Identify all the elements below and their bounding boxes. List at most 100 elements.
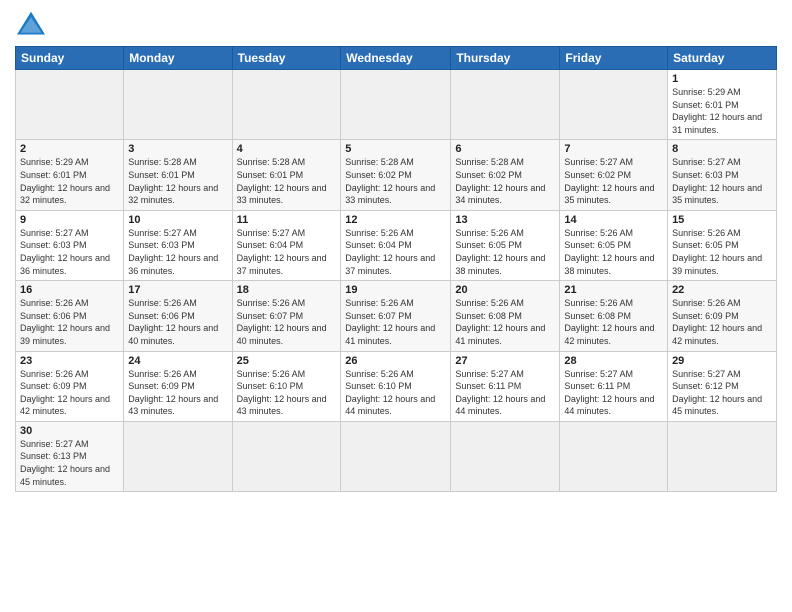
day-cell: 5Sunrise: 5:28 AM Sunset: 6:02 PM Daylig… bbox=[341, 140, 451, 210]
day-number: 24 bbox=[128, 355, 227, 367]
day-cell bbox=[560, 421, 668, 491]
day-cell: 19Sunrise: 5:26 AM Sunset: 6:07 PM Dayli… bbox=[341, 281, 451, 351]
day-number: 16 bbox=[20, 284, 119, 296]
day-info: Sunrise: 5:28 AM Sunset: 6:02 PM Dayligh… bbox=[455, 156, 555, 206]
day-info: Sunrise: 5:27 AM Sunset: 6:13 PM Dayligh… bbox=[20, 438, 119, 488]
day-info: Sunrise: 5:26 AM Sunset: 6:10 PM Dayligh… bbox=[345, 368, 446, 418]
day-cell bbox=[232, 70, 341, 140]
day-cell bbox=[232, 421, 341, 491]
day-info: Sunrise: 5:27 AM Sunset: 6:02 PM Dayligh… bbox=[564, 156, 663, 206]
day-cell: 2Sunrise: 5:29 AM Sunset: 6:01 PM Daylig… bbox=[16, 140, 124, 210]
day-info: Sunrise: 5:26 AM Sunset: 6:07 PM Dayligh… bbox=[345, 297, 446, 347]
day-info: Sunrise: 5:27 AM Sunset: 6:11 PM Dayligh… bbox=[564, 368, 663, 418]
day-cell bbox=[668, 421, 777, 491]
day-cell bbox=[451, 421, 560, 491]
day-info: Sunrise: 5:26 AM Sunset: 6:05 PM Dayligh… bbox=[672, 227, 772, 277]
day-cell: 21Sunrise: 5:26 AM Sunset: 6:08 PM Dayli… bbox=[560, 281, 668, 351]
weekday-header-monday: Monday bbox=[124, 47, 232, 70]
day-number: 29 bbox=[672, 355, 772, 367]
day-cell: 6Sunrise: 5:28 AM Sunset: 6:02 PM Daylig… bbox=[451, 140, 560, 210]
day-info: Sunrise: 5:26 AM Sunset: 6:05 PM Dayligh… bbox=[564, 227, 663, 277]
day-cell: 10Sunrise: 5:27 AM Sunset: 6:03 PM Dayli… bbox=[124, 210, 232, 280]
day-info: Sunrise: 5:27 AM Sunset: 6:12 PM Dayligh… bbox=[672, 368, 772, 418]
day-cell: 1Sunrise: 5:29 AM Sunset: 6:01 PM Daylig… bbox=[668, 70, 777, 140]
weekday-header-tuesday: Tuesday bbox=[232, 47, 341, 70]
day-info: Sunrise: 5:28 AM Sunset: 6:01 PM Dayligh… bbox=[128, 156, 227, 206]
day-cell bbox=[560, 70, 668, 140]
day-cell: 23Sunrise: 5:26 AM Sunset: 6:09 PM Dayli… bbox=[16, 351, 124, 421]
day-cell bbox=[341, 421, 451, 491]
day-cell bbox=[16, 70, 124, 140]
day-number: 10 bbox=[128, 214, 227, 226]
weekday-header-thursday: Thursday bbox=[451, 47, 560, 70]
day-cell: 27Sunrise: 5:27 AM Sunset: 6:11 PM Dayli… bbox=[451, 351, 560, 421]
day-number: 18 bbox=[237, 284, 337, 296]
day-cell: 11Sunrise: 5:27 AM Sunset: 6:04 PM Dayli… bbox=[232, 210, 341, 280]
day-number: 1 bbox=[672, 73, 772, 85]
week-row-3: 16Sunrise: 5:26 AM Sunset: 6:06 PM Dayli… bbox=[16, 281, 777, 351]
logo bbox=[15, 10, 51, 38]
day-cell: 24Sunrise: 5:26 AM Sunset: 6:09 PM Dayli… bbox=[124, 351, 232, 421]
weekday-header-friday: Friday bbox=[560, 47, 668, 70]
week-row-4: 23Sunrise: 5:26 AM Sunset: 6:09 PM Dayli… bbox=[16, 351, 777, 421]
day-cell: 12Sunrise: 5:26 AM Sunset: 6:04 PM Dayli… bbox=[341, 210, 451, 280]
day-cell: 15Sunrise: 5:26 AM Sunset: 6:05 PM Dayli… bbox=[668, 210, 777, 280]
day-cell: 7Sunrise: 5:27 AM Sunset: 6:02 PM Daylig… bbox=[560, 140, 668, 210]
day-cell: 29Sunrise: 5:27 AM Sunset: 6:12 PM Dayli… bbox=[668, 351, 777, 421]
day-number: 4 bbox=[237, 143, 337, 155]
day-info: Sunrise: 5:27 AM Sunset: 6:03 PM Dayligh… bbox=[20, 227, 119, 277]
day-cell: 17Sunrise: 5:26 AM Sunset: 6:06 PM Dayli… bbox=[124, 281, 232, 351]
day-cell: 9Sunrise: 5:27 AM Sunset: 6:03 PM Daylig… bbox=[16, 210, 124, 280]
day-info: Sunrise: 5:26 AM Sunset: 6:09 PM Dayligh… bbox=[20, 368, 119, 418]
day-cell: 16Sunrise: 5:26 AM Sunset: 6:06 PM Dayli… bbox=[16, 281, 124, 351]
day-cell: 13Sunrise: 5:26 AM Sunset: 6:05 PM Dayli… bbox=[451, 210, 560, 280]
day-cell: 20Sunrise: 5:26 AM Sunset: 6:08 PM Dayli… bbox=[451, 281, 560, 351]
day-number: 8 bbox=[672, 143, 772, 155]
day-info: Sunrise: 5:26 AM Sunset: 6:06 PM Dayligh… bbox=[20, 297, 119, 347]
day-info: Sunrise: 5:27 AM Sunset: 6:03 PM Dayligh… bbox=[128, 227, 227, 277]
day-cell bbox=[451, 70, 560, 140]
day-number: 21 bbox=[564, 284, 663, 296]
day-info: Sunrise: 5:26 AM Sunset: 6:06 PM Dayligh… bbox=[128, 297, 227, 347]
day-number: 23 bbox=[20, 355, 119, 367]
day-number: 9 bbox=[20, 214, 119, 226]
day-cell: 28Sunrise: 5:27 AM Sunset: 6:11 PM Dayli… bbox=[560, 351, 668, 421]
day-info: Sunrise: 5:27 AM Sunset: 6:03 PM Dayligh… bbox=[672, 156, 772, 206]
day-number: 6 bbox=[455, 143, 555, 155]
day-number: 28 bbox=[564, 355, 663, 367]
week-row-0: 1Sunrise: 5:29 AM Sunset: 6:01 PM Daylig… bbox=[16, 70, 777, 140]
weekday-header-sunday: Sunday bbox=[16, 47, 124, 70]
day-info: Sunrise: 5:26 AM Sunset: 6:10 PM Dayligh… bbox=[237, 368, 337, 418]
day-cell: 18Sunrise: 5:26 AM Sunset: 6:07 PM Dayli… bbox=[232, 281, 341, 351]
day-info: Sunrise: 5:26 AM Sunset: 6:08 PM Dayligh… bbox=[455, 297, 555, 347]
day-cell: 22Sunrise: 5:26 AM Sunset: 6:09 PM Dayli… bbox=[668, 281, 777, 351]
day-info: Sunrise: 5:28 AM Sunset: 6:02 PM Dayligh… bbox=[345, 156, 446, 206]
day-info: Sunrise: 5:27 AM Sunset: 6:04 PM Dayligh… bbox=[237, 227, 337, 277]
day-info: Sunrise: 5:29 AM Sunset: 6:01 PM Dayligh… bbox=[20, 156, 119, 206]
weekday-header-saturday: Saturday bbox=[668, 47, 777, 70]
day-number: 19 bbox=[345, 284, 446, 296]
day-cell: 8Sunrise: 5:27 AM Sunset: 6:03 PM Daylig… bbox=[668, 140, 777, 210]
day-cell: 25Sunrise: 5:26 AM Sunset: 6:10 PM Dayli… bbox=[232, 351, 341, 421]
day-cell bbox=[124, 70, 232, 140]
day-number: 2 bbox=[20, 143, 119, 155]
day-number: 3 bbox=[128, 143, 227, 155]
day-cell bbox=[124, 421, 232, 491]
day-cell: 30Sunrise: 5:27 AM Sunset: 6:13 PM Dayli… bbox=[16, 421, 124, 491]
page: SundayMondayTuesdayWednesdayThursdayFrid… bbox=[0, 0, 792, 612]
day-info: Sunrise: 5:28 AM Sunset: 6:01 PM Dayligh… bbox=[237, 156, 337, 206]
day-number: 12 bbox=[345, 214, 446, 226]
day-number: 5 bbox=[345, 143, 446, 155]
week-row-5: 30Sunrise: 5:27 AM Sunset: 6:13 PM Dayli… bbox=[16, 421, 777, 491]
weekday-header-row: SundayMondayTuesdayWednesdayThursdayFrid… bbox=[16, 47, 777, 70]
day-number: 26 bbox=[345, 355, 446, 367]
day-info: Sunrise: 5:27 AM Sunset: 6:11 PM Dayligh… bbox=[455, 368, 555, 418]
calendar: SundayMondayTuesdayWednesdayThursdayFrid… bbox=[15, 46, 777, 492]
day-cell: 14Sunrise: 5:26 AM Sunset: 6:05 PM Dayli… bbox=[560, 210, 668, 280]
day-info: Sunrise: 5:26 AM Sunset: 6:05 PM Dayligh… bbox=[455, 227, 555, 277]
day-info: Sunrise: 5:26 AM Sunset: 6:09 PM Dayligh… bbox=[672, 297, 772, 347]
day-cell bbox=[341, 70, 451, 140]
day-number: 27 bbox=[455, 355, 555, 367]
day-info: Sunrise: 5:26 AM Sunset: 6:08 PM Dayligh… bbox=[564, 297, 663, 347]
day-number: 13 bbox=[455, 214, 555, 226]
